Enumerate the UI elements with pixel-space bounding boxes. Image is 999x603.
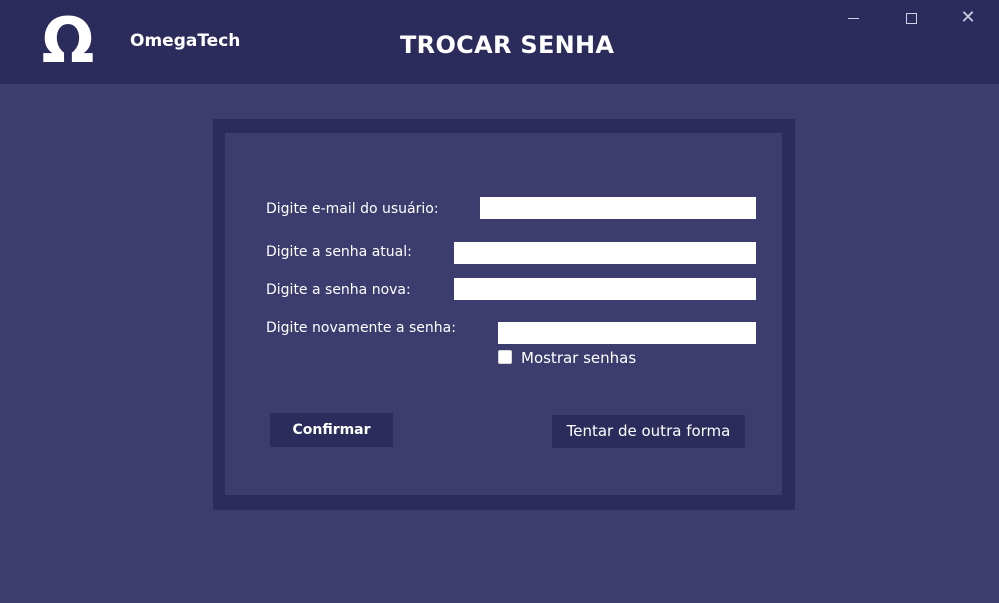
minimize-button[interactable] <box>839 6 869 30</box>
close-button[interactable]: ✕ <box>953 6 983 30</box>
email-label: Digite e-mail do usuário: <box>266 201 439 217</box>
minimize-icon <box>848 18 859 19</box>
try-other-way-button[interactable]: Tentar de outra forma <box>552 415 745 448</box>
brand-name: OmegaTech <box>130 31 241 51</box>
current-password-field[interactable] <box>454 242 756 264</box>
maximize-button[interactable] <box>896 6 926 30</box>
show-passwords-checkbox[interactable] <box>498 350 512 364</box>
page-title: TROCAR SENHA <box>400 31 615 59</box>
repeat-password-label: Digite novamente a senha: <box>266 320 456 336</box>
new-password-label: Digite a senha nova: <box>266 282 411 298</box>
close-icon: ✕ <box>960 7 976 28</box>
confirm-button[interactable]: Confirmar <box>270 413 393 447</box>
repeat-password-field[interactable] <box>498 322 756 344</box>
maximize-icon <box>906 13 917 24</box>
title-bar: Ω OmegaTech TROCAR SENHA ✕ <box>0 0 999 84</box>
omega-logo-icon: Ω <box>41 4 95 77</box>
email-field[interactable] <box>480 197 756 219</box>
current-password-label: Digite a senha atual: <box>266 244 412 260</box>
show-passwords-label: Mostrar senhas <box>521 349 637 367</box>
new-password-field[interactable] <box>454 278 756 300</box>
